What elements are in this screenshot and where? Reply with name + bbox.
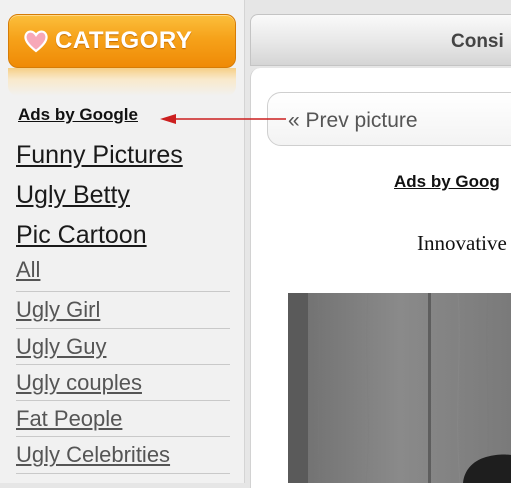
main-tab-label: Consi [451, 31, 504, 52]
featured-link-ugly-betty[interactable]: Ugly Betty [16, 181, 130, 210]
ads-by-google-link-main[interactable]: Ads by Goog [394, 172, 500, 192]
category-header: CATEGORY [8, 14, 236, 68]
prev-picture-button[interactable]: « Prev picture [267, 92, 511, 146]
picture-caption: Innovative [417, 231, 507, 255]
ads-by-google-link[interactable]: Ads by Google [18, 105, 138, 125]
category-item[interactable]: All [16, 256, 230, 293]
category-item[interactable]: Fat People [16, 401, 230, 438]
category-link-ugly-guy[interactable]: Ugly Guy [16, 334, 106, 360]
category-list: All Ugly Girl Ugly Guy Ugly couples Fat … [16, 256, 230, 474]
featured-link-pic-cartoon[interactable]: Pic Cartoon [16, 221, 147, 250]
category-link-ugly-girl[interactable]: Ugly Girl [16, 297, 100, 323]
category-item[interactable]: Ugly Girl [16, 292, 230, 329]
heart-icon [24, 30, 48, 53]
category-link-ugly-couples[interactable]: Ugly couples [16, 370, 142, 396]
category-title: CATEGORY [55, 27, 193, 54]
category-header-glow [8, 68, 236, 96]
picture-image[interactable] [288, 293, 511, 483]
prev-picture-label: « Prev picture [288, 109, 418, 132]
category-link-all[interactable]: All [16, 257, 40, 283]
category-link-ugly-celebrities[interactable]: Ugly Celebrities [16, 442, 170, 468]
featured-link-funny-pictures[interactable]: Funny Pictures [16, 141, 183, 170]
category-link-fat-people[interactable]: Fat People [16, 406, 122, 432]
main-header-tab: Consi [250, 14, 511, 66]
category-item[interactable]: Ugly couples [16, 365, 230, 402]
category-sidebar: CATEGORY Ads by Google Funny Pictures Ug… [0, 0, 245, 483]
category-item[interactable]: Ugly Celebrities [16, 437, 230, 474]
category-item[interactable]: Ugly Guy [16, 329, 230, 365]
